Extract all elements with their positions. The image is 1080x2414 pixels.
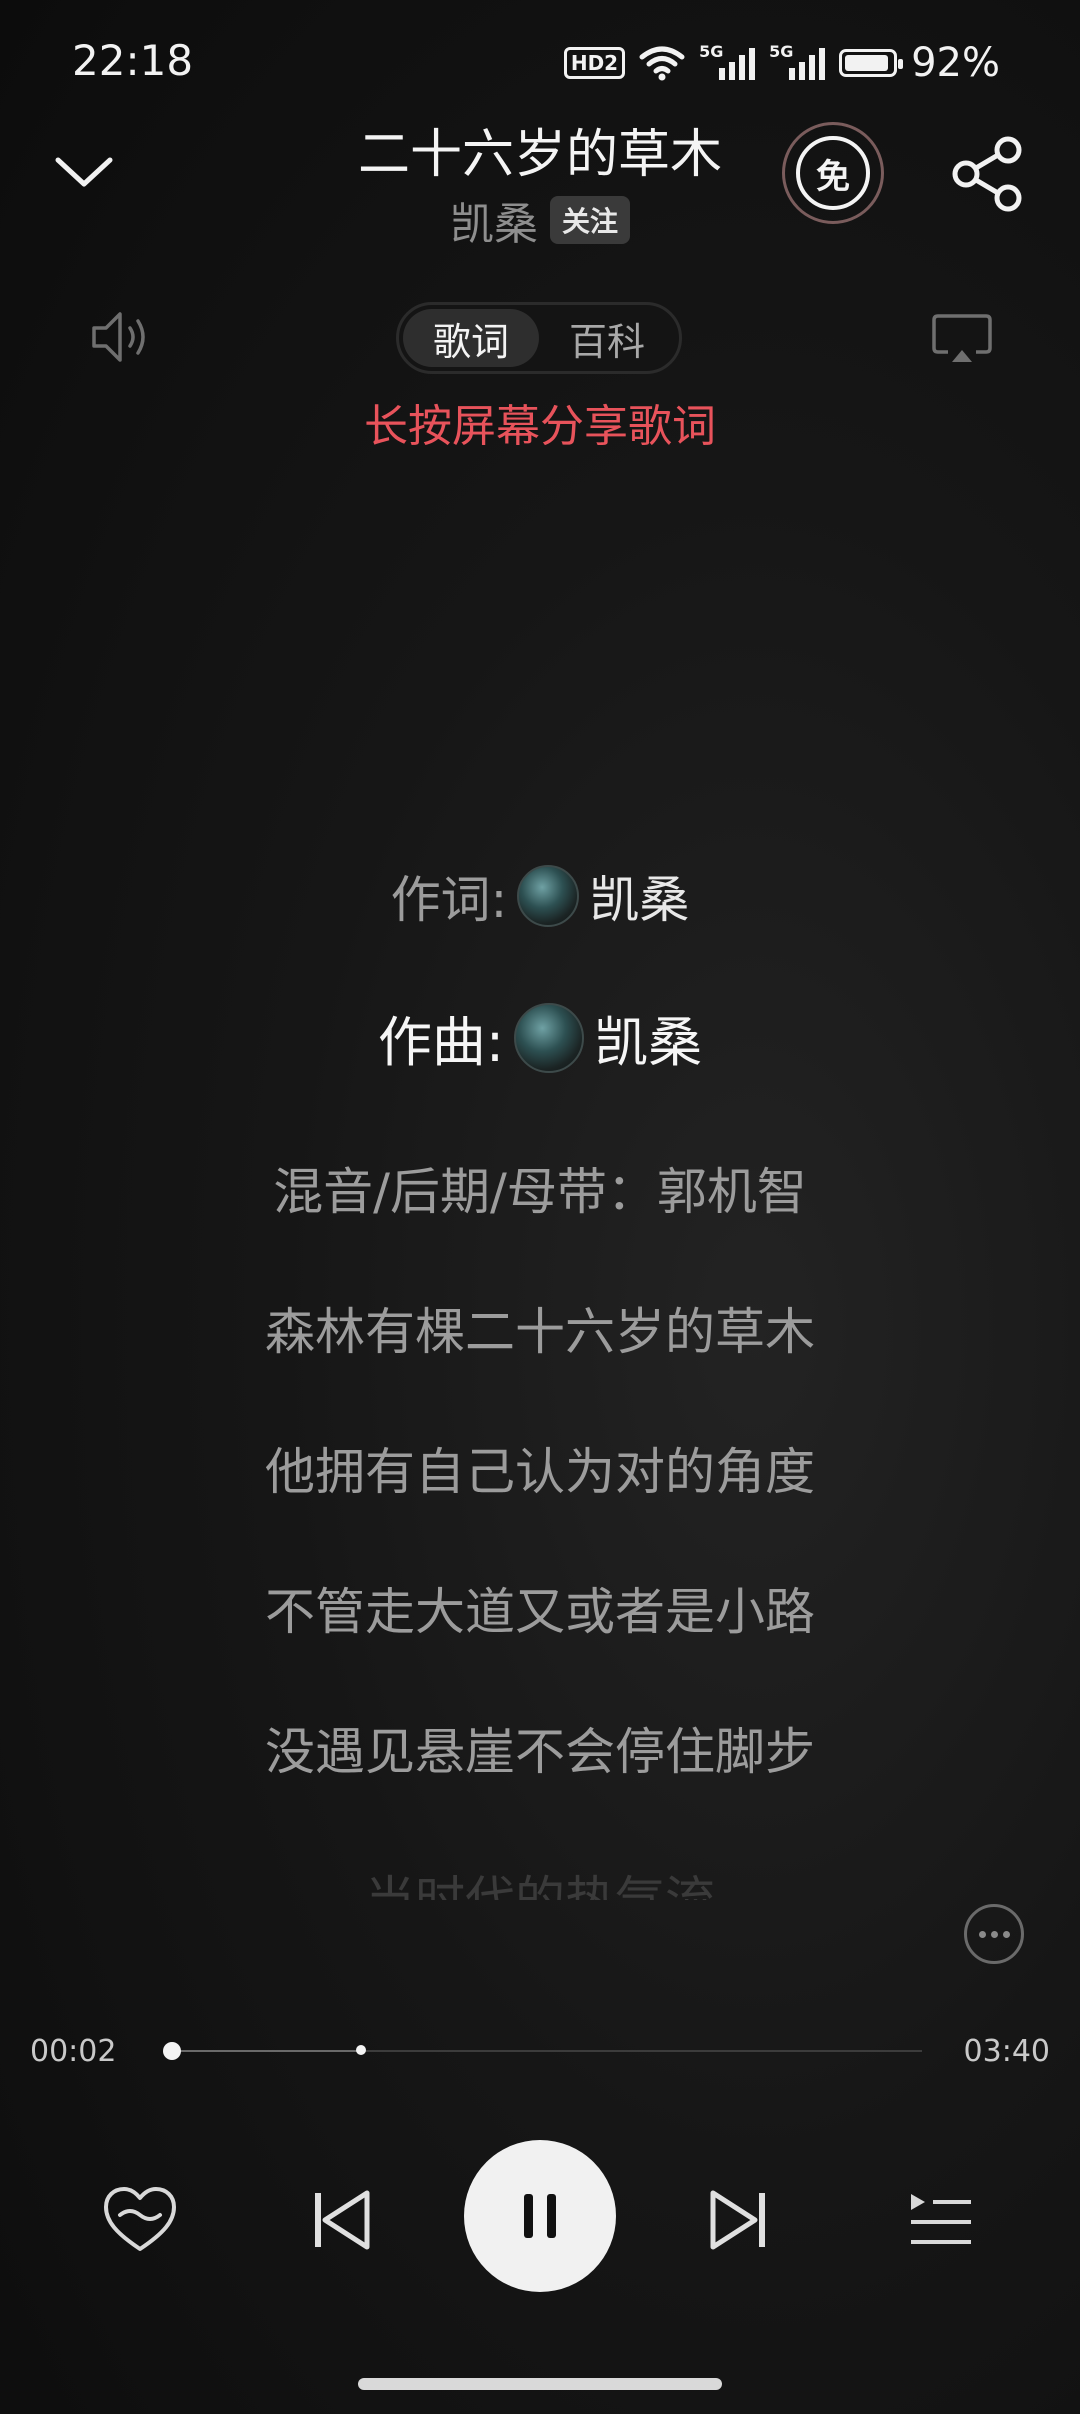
lyric-line: 没遇见悬崖不会停住脚步	[265, 1723, 815, 1781]
status-bar: 22:18 HD2 5G 5G 92%	[0, 0, 1080, 120]
volume-icon	[92, 312, 145, 362]
cell-signal-2-icon: 5G	[769, 42, 826, 80]
lyricist-label: 作词:	[390, 871, 508, 929]
progress-bar[interactable]	[162, 2042, 922, 2060]
more-icon	[978, 1930, 986, 1938]
cast-icon	[932, 314, 992, 362]
lyric-credit-lyricist: 作词: 凯桑	[0, 860, 1080, 932]
free-icon: 免	[796, 136, 870, 210]
pause-icon	[524, 2194, 556, 2238]
composer-name[interactable]: 凯桑	[594, 998, 702, 1077]
lyric-line: 他拥有自己认为对的角度	[265, 1443, 815, 1501]
lyric-line: 不管走大道又或者是小路	[265, 1583, 815, 1641]
status-icons: HD2 5G 5G 92%	[563, 38, 1000, 88]
share-icon	[952, 136, 1022, 212]
player-screen: 22:18 HD2 5G 5G 92% 二十六岁的草木 凯桑 关注 免 歌词 百…	[0, 0, 1080, 2414]
free-listen-button[interactable]: 免	[782, 122, 884, 224]
battery-percent: 92%	[911, 40, 1000, 86]
pause-button[interactable]	[464, 2140, 616, 2292]
status-time: 22:18	[72, 36, 194, 85]
composer-avatar[interactable]	[514, 1002, 585, 1073]
lyricist-avatar[interactable]	[517, 865, 580, 927]
tab-wiki[interactable]: 百科	[539, 309, 675, 367]
share-lyrics-hint: 长按屏幕分享歌词	[364, 401, 716, 452]
heart-icon	[104, 2187, 176, 2251]
next-icon	[710, 2190, 765, 2250]
wifi-icon	[639, 46, 685, 81]
lyrics-tab-switch: 歌词 百科	[396, 302, 682, 374]
hd-voice-icon: HD2	[563, 47, 626, 79]
volume-button[interactable]	[88, 304, 154, 370]
follow-button[interactable]: 关注	[549, 196, 630, 244]
composer-label: 作曲:	[377, 1011, 505, 1074]
artist-name[interactable]: 凯桑	[450, 188, 538, 252]
song-title: 二十六岁的草木	[357, 125, 722, 185]
previous-icon	[315, 2190, 370, 2250]
artist-row: 凯桑 关注	[0, 188, 1080, 252]
lyric-line: 当时代的热气流	[365, 1871, 715, 1900]
share-button[interactable]	[948, 134, 1028, 214]
cell-signal-1-icon: 5G	[699, 42, 756, 80]
time-elapsed: 00:02	[30, 2034, 117, 2069]
battery-icon	[839, 49, 904, 77]
previous-button[interactable]	[300, 2180, 380, 2260]
lyric-line: 混音/后期/母带：郭机智	[273, 1163, 807, 1221]
home-indicator[interactable]	[358, 2378, 722, 2390]
like-button[interactable]	[102, 2182, 178, 2258]
playlist-icon	[911, 2194, 971, 2244]
tab-lyrics[interactable]: 歌词	[403, 309, 539, 367]
lyric-credit-composer: 作曲: 凯桑	[0, 998, 1080, 1077]
time-total: 03:40	[963, 2034, 1050, 2069]
progress-buffer	[164, 2050, 362, 2052]
cast-button[interactable]	[930, 312, 994, 368]
progress-thumb[interactable]	[162, 2042, 181, 2060]
lyric-line: 森林有棵二十六岁的草木	[265, 1303, 815, 1361]
playlist-button[interactable]	[900, 2182, 980, 2258]
buffer-marker	[356, 2045, 367, 2055]
next-button[interactable]	[700, 2180, 780, 2260]
lyricist-name[interactable]: 凯桑	[589, 860, 689, 932]
more-options-button[interactable]	[964, 1904, 1024, 1964]
